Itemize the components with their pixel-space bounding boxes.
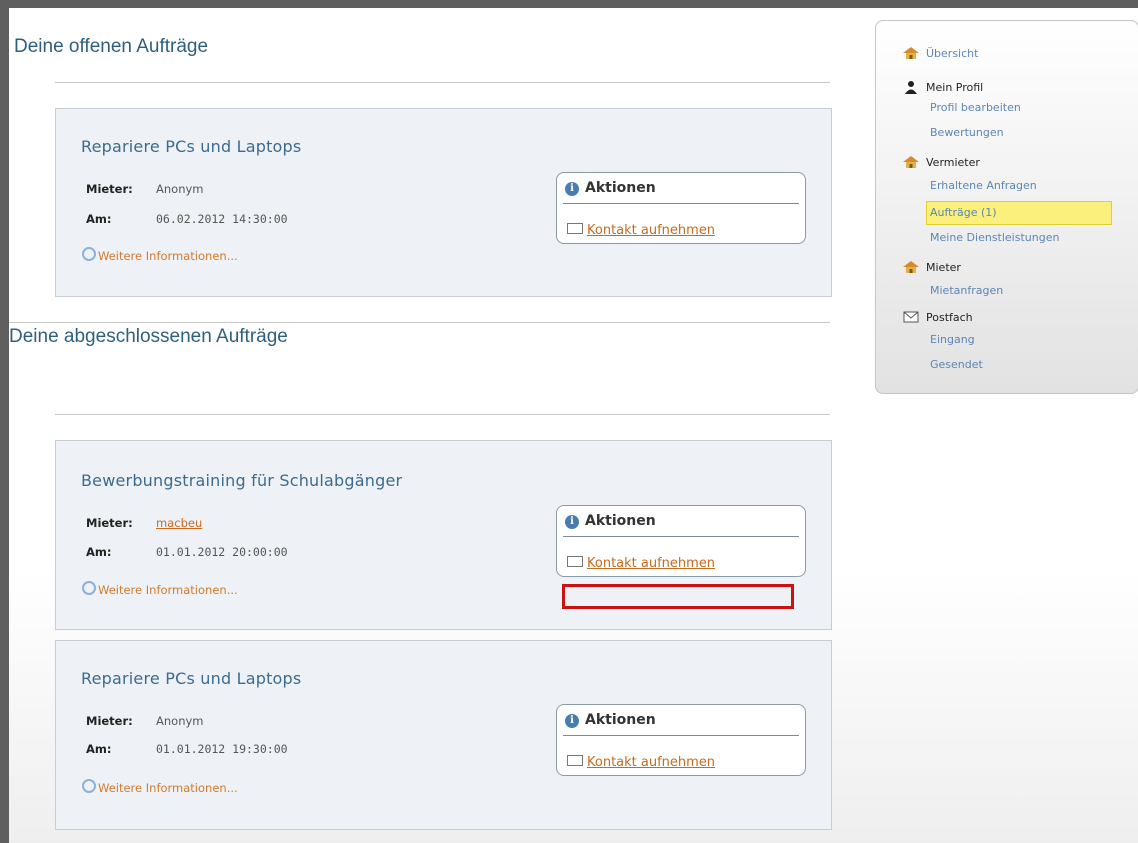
order-card: Repariere PCs und Laptops Mieter: Anonym…	[55, 640, 832, 830]
contact-link[interactable]: Kontakt aufnehmen	[567, 223, 715, 238]
more-info-link[interactable]: Weitere Informationen...	[82, 581, 238, 597]
aktionen-label: Aktionen	[585, 712, 656, 728]
aktionen-label: Aktionen	[585, 513, 656, 529]
order-date: 01.01.2012 20:00:00	[156, 545, 288, 559]
sidebar-label: Mein Profil	[926, 81, 984, 94]
sidebar-item-vermieter[interactable]: Vermieter	[903, 156, 980, 169]
aktionen-header: i Aktionen	[565, 180, 656, 196]
aktionen-divider	[563, 735, 799, 736]
mieter-label: Mieter:	[86, 182, 133, 196]
sidebar-item-eingang[interactable]: Eingang	[930, 333, 975, 346]
highlight-annotation	[562, 584, 794, 609]
divider	[55, 82, 830, 83]
closed-orders-title: Deine abgeschlossenen Aufträge	[9, 326, 288, 347]
sidebar-nav: Übersicht Mein Profil Profil bearbeiten …	[875, 20, 1138, 394]
order-date: 06.02.2012 14:30:00	[156, 212, 288, 226]
aktionen-divider	[563, 536, 799, 537]
contact-label: Kontakt aufnehmen	[587, 556, 716, 571]
order-title: Bewerbungstraining für Schulabgänger	[81, 471, 403, 490]
envelope-icon	[903, 311, 919, 323]
aktionen-divider	[563, 203, 799, 204]
sidebar-item-erhaltene-anfragen[interactable]: Erhaltene Anfragen	[930, 179, 1037, 192]
envelope-icon	[567, 755, 583, 766]
order-card: Repariere PCs und Laptops Mieter: Anonym…	[55, 108, 832, 297]
aktionen-header: i Aktionen	[565, 513, 656, 529]
sidebar-item-profile[interactable]: Mein Profil	[905, 81, 984, 94]
more-info-link[interactable]: Weitere Informationen...	[82, 779, 238, 795]
divider	[9, 322, 830, 323]
more-info-label: Weitere Informationen...	[98, 781, 238, 795]
mieter-value: Anonym	[156, 182, 204, 196]
house-icon	[903, 47, 919, 59]
sidebar-label: Mieter	[926, 261, 961, 274]
window-top-border	[0, 0, 1138, 8]
sidebar-item-gesendet[interactable]: Gesendet	[930, 358, 983, 371]
more-info-label: Weitere Informationen...	[98, 249, 238, 263]
am-label: Am:	[86, 212, 112, 226]
mieter-link[interactable]: macbeu	[156, 516, 202, 530]
aktionen-box: i Aktionen Kontakt aufnehmen	[556, 505, 806, 577]
contact-link[interactable]: Kontakt aufnehmen	[567, 556, 715, 571]
magnifier-icon	[82, 581, 96, 595]
am-label: Am:	[86, 742, 112, 756]
order-title: Repariere PCs und Laptops	[81, 669, 302, 688]
aktionen-box: i Aktionen Kontakt aufnehmen	[556, 172, 806, 244]
sidebar-item-postfach[interactable]: Postfach	[903, 311, 973, 324]
contact-label: Kontakt aufnehmen	[587, 755, 716, 770]
info-icon: i	[565, 182, 579, 196]
divider	[55, 414, 830, 415]
info-icon: i	[565, 515, 579, 529]
sidebar-label: Vermieter	[926, 156, 980, 169]
more-info-label: Weitere Informationen...	[98, 583, 238, 597]
contact-label: Kontakt aufnehmen	[587, 223, 716, 238]
aktionen-label: Aktionen	[585, 180, 656, 196]
envelope-icon	[567, 556, 583, 567]
house-icon	[903, 156, 919, 168]
order-title: Repariere PCs und Laptops	[81, 137, 302, 156]
house-icon	[903, 261, 919, 273]
am-label: Am:	[86, 545, 112, 559]
sidebar-item-profil-bearbeiten[interactable]: Profil bearbeiten	[930, 101, 1021, 114]
sidebar-item-overview[interactable]: Übersicht	[903, 47, 979, 60]
person-icon	[905, 81, 917, 94]
more-info-link[interactable]: Weitere Informationen...	[82, 247, 238, 263]
magnifier-icon	[82, 247, 96, 261]
magnifier-icon	[82, 779, 96, 793]
sidebar-label: Postfach	[926, 311, 973, 324]
contact-link[interactable]: Kontakt aufnehmen	[567, 755, 715, 770]
info-icon: i	[565, 714, 579, 728]
aktionen-box: i Aktionen Kontakt aufnehmen	[556, 704, 806, 776]
open-orders-title: Deine offenen Aufträge	[14, 36, 209, 57]
sidebar-item-auftraege[interactable]: Aufträge (1)	[930, 206, 997, 219]
sidebar-label: Übersicht	[926, 47, 979, 60]
sidebar-item-mietanfragen[interactable]: Mietanfragen	[930, 284, 1003, 297]
mieter-label: Mieter:	[86, 714, 133, 728]
sidebar-item-mieter[interactable]: Mieter	[903, 261, 961, 274]
window-left-border	[0, 0, 9, 843]
mieter-value: Anonym	[156, 714, 204, 728]
envelope-icon	[567, 223, 583, 234]
aktionen-header: i Aktionen	[565, 712, 656, 728]
sidebar-item-dienstleistungen[interactable]: Meine Dienstleistungen	[930, 231, 1059, 244]
sidebar-item-bewertungen[interactable]: Bewertungen	[930, 126, 1004, 139]
order-date: 01.01.2012 19:30:00	[156, 742, 288, 756]
mieter-label: Mieter:	[86, 516, 133, 530]
